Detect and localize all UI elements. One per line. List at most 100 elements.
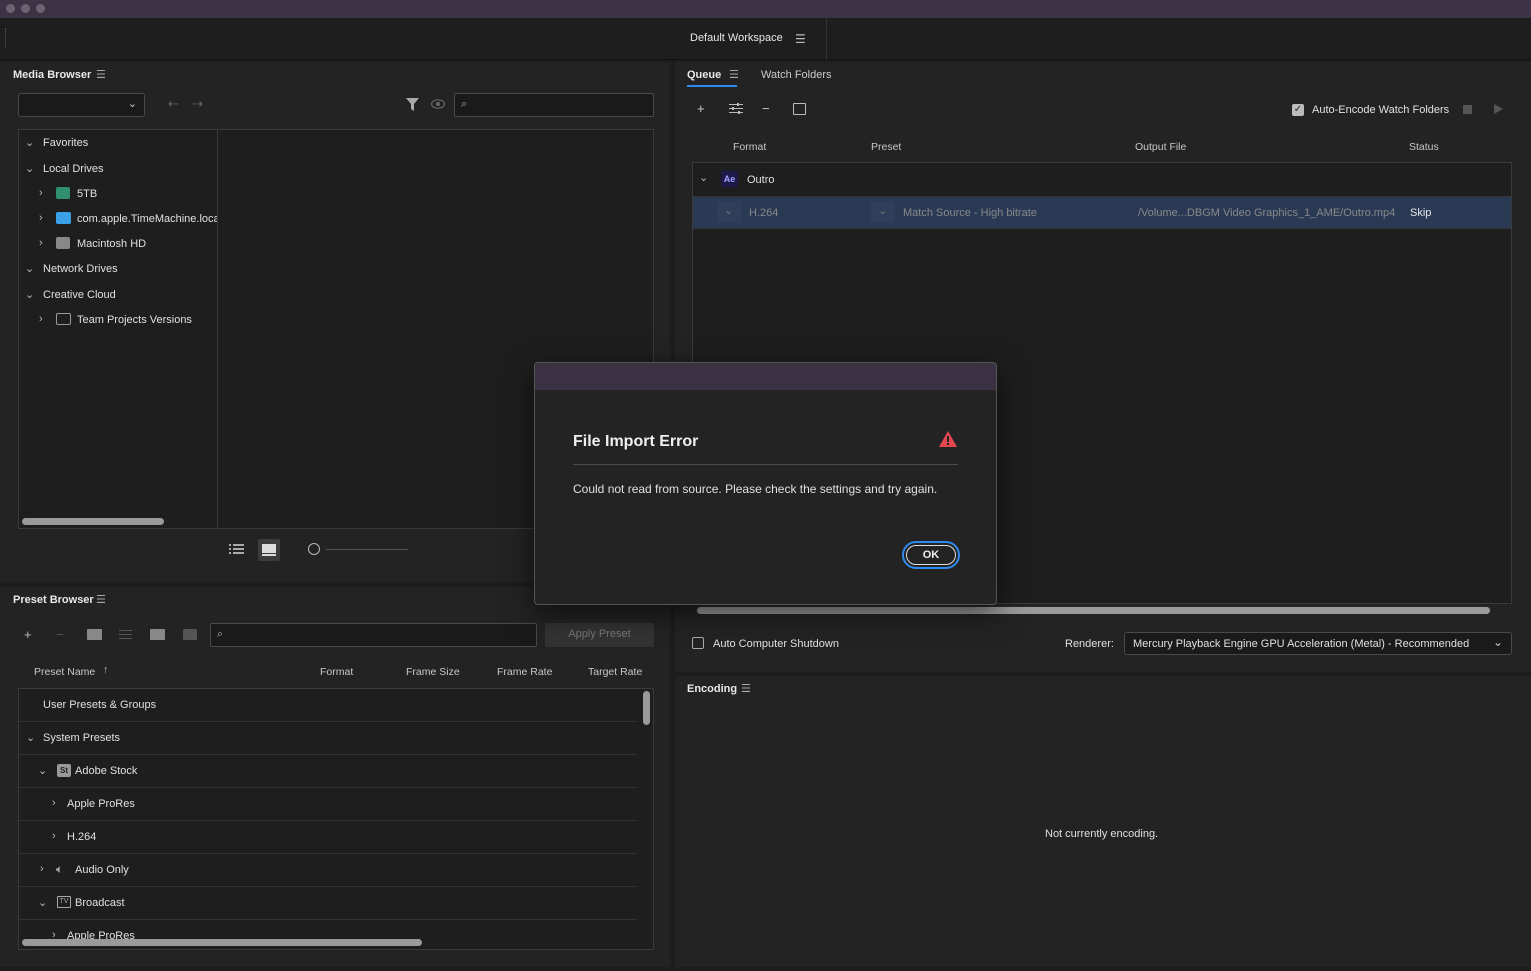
auto-encode-checkbox[interactable]: ✓: [1292, 104, 1304, 116]
back-arrow-icon[interactable]: ⇠: [168, 96, 179, 112]
stop-icon[interactable]: [1463, 105, 1472, 114]
preset-dropdown[interactable]: ⌄: [871, 201, 895, 223]
thumbnail-view-button[interactable]: [258, 539, 280, 561]
preset-settings-icon[interactable]: [119, 629, 132, 643]
preset-row-h264[interactable]: H.264: [67, 831, 96, 843]
tree-item-local-drives[interactable]: Local Drives: [43, 163, 104, 175]
chevron-right-icon[interactable]: ›: [39, 212, 43, 224]
col-status[interactable]: Status: [1409, 141, 1439, 153]
filter-icon[interactable]: [406, 98, 419, 115]
chevron-down-icon[interactable]: ⌄: [25, 262, 34, 275]
col-target-rate[interactable]: Target Rate: [588, 666, 642, 678]
preset-browser-title[interactable]: Preset Browser: [13, 594, 94, 606]
warning-icon: [938, 430, 958, 451]
queue-group-outro[interactable]: [693, 163, 1511, 196]
preset-search-input[interactable]: ⌕: [210, 623, 537, 647]
minimize-window-button[interactable]: [21, 4, 30, 13]
media-search-input[interactable]: ⌕: [454, 93, 654, 117]
grip-handle[interactable]: [5, 28, 7, 48]
chevron-right-icon[interactable]: ›: [52, 797, 56, 809]
queue-item-format[interactable]: H.264: [749, 207, 778, 219]
col-frame-size[interactable]: Frame Size: [406, 666, 460, 678]
remove-preset-icon[interactable]: −: [56, 627, 64, 642]
zoom-window-button[interactable]: [36, 4, 45, 13]
close-window-button[interactable]: [6, 4, 15, 13]
renderer-dropdown[interactable]: Mercury Playback Engine GPU Acceleration…: [1124, 632, 1512, 655]
preset-vertical-scrollbar[interactable]: [643, 691, 650, 725]
tree-item-favorites[interactable]: Favorites: [43, 137, 88, 149]
chevron-down-icon[interactable]: ⌄: [38, 896, 47, 909]
chevron-down-icon[interactable]: ⌄: [25, 162, 34, 175]
preset-row-audio-only[interactable]: Audio Only: [75, 864, 129, 876]
zoom-slider-handle[interactable]: [308, 543, 320, 555]
tab-queue[interactable]: Queue: [687, 69, 721, 81]
workspace-menu-icon[interactable]: ☰: [795, 32, 806, 46]
chevron-down-icon[interactable]: ⌄: [26, 731, 35, 744]
col-output-file[interactable]: Output File: [1135, 141, 1186, 153]
encoding-status: Not currently encoding.: [1045, 828, 1159, 840]
preset-browser-menu-icon[interactable]: ☰: [96, 593, 106, 606]
col-format[interactable]: Format: [733, 141, 766, 153]
chevron-down-icon[interactable]: ⌄: [699, 171, 708, 184]
media-browser-title[interactable]: Media Browser: [13, 69, 91, 81]
format-dropdown[interactable]: ⌄: [717, 201, 741, 223]
queue-group-name: Outro: [747, 174, 775, 186]
chevron-down-icon[interactable]: ⌄: [38, 764, 47, 777]
location-dropdown[interactable]: ⌄: [18, 93, 145, 117]
remove-icon[interactable]: −: [762, 101, 770, 116]
tree-item-creative-cloud[interactable]: Creative Cloud: [43, 289, 116, 301]
tree-item-team-projects[interactable]: Team Projects Versions: [77, 314, 192, 326]
preset-horizontal-scrollbar[interactable]: [22, 939, 422, 946]
add-preset-icon[interactable]: +: [24, 627, 32, 642]
preset-row-user-presets[interactable]: User Presets & Groups: [43, 699, 156, 711]
col-preset-name[interactable]: Preset Name: [34, 666, 95, 678]
chevron-right-icon[interactable]: ›: [39, 187, 43, 199]
export-preset-icon[interactable]: [183, 629, 197, 640]
tab-watch-folders[interactable]: Watch Folders: [761, 69, 832, 81]
queue-menu-icon[interactable]: ☰: [729, 68, 739, 81]
settings-sliders-icon[interactable]: [729, 103, 743, 118]
encoding-menu-icon[interactable]: ☰: [741, 682, 751, 695]
hard-drive-icon: [56, 237, 70, 249]
ok-button[interactable]: OK: [906, 545, 956, 565]
preset-row-apple-prores[interactable]: Apple ProRes: [67, 798, 135, 810]
play-icon[interactable]: [1494, 104, 1503, 114]
preset-row-adobe-stock[interactable]: Adobe Stock: [75, 765, 137, 777]
apply-preset-button[interactable]: Apply Preset: [545, 623, 654, 647]
col-preset[interactable]: Preset: [871, 141, 901, 153]
queue-item-output[interactable]: /Volume...DBGM Video Graphics_1_AME/Outr…: [1138, 207, 1396, 219]
auto-shutdown-checkbox[interactable]: [692, 637, 704, 649]
chevron-right-icon[interactable]: ›: [39, 237, 43, 249]
list-view-icon[interactable]: [229, 543, 244, 558]
col-format[interactable]: Format: [320, 666, 353, 678]
tree-horizontal-scrollbar[interactable]: [22, 518, 164, 525]
zoom-slider-track[interactable]: [326, 549, 408, 550]
renderer-value: Mercury Playback Engine GPU Acceleration…: [1133, 638, 1470, 650]
import-preset-icon[interactable]: [150, 629, 165, 640]
duplicate-icon[interactable]: [793, 103, 806, 115]
queue-horizontal-scrollbar[interactable]: [697, 607, 1490, 614]
media-browser-menu-icon[interactable]: ☰: [96, 68, 106, 81]
preset-row-system-presets[interactable]: System Presets: [43, 732, 120, 744]
forward-arrow-icon[interactable]: ⇢: [192, 96, 203, 112]
tree-item-network-drives[interactable]: Network Drives: [43, 263, 118, 275]
tree-item-macintosh-hd[interactable]: Macintosh HD: [77, 238, 146, 250]
sort-ascending-icon[interactable]: ↑: [103, 664, 108, 676]
chevron-down-icon[interactable]: ⌄: [25, 288, 34, 301]
chevron-right-icon[interactable]: ›: [52, 830, 56, 842]
encoding-title[interactable]: Encoding: [687, 683, 737, 695]
ok-button-focus-ring[interactable]: OK: [902, 541, 960, 569]
add-source-icon[interactable]: +: [697, 101, 705, 116]
workspace-title[interactable]: Default Workspace: [690, 32, 783, 44]
preset-row-broadcast[interactable]: Broadcast: [75, 897, 125, 909]
eye-icon[interactable]: [430, 99, 446, 112]
chevron-down-icon[interactable]: ⌄: [25, 136, 34, 149]
chevron-right-icon[interactable]: ›: [39, 313, 43, 325]
tree-item-timemachine[interactable]: com.apple.TimeMachine.loca: [77, 213, 217, 225]
tree-item-5tb[interactable]: 5TB: [77, 188, 97, 200]
new-group-icon[interactable]: [87, 629, 102, 640]
dialog-divider: [573, 464, 958, 465]
queue-item-preset[interactable]: Match Source - High bitrate: [903, 207, 1037, 219]
chevron-right-icon[interactable]: ›: [40, 863, 44, 875]
col-frame-rate[interactable]: Frame Rate: [497, 666, 552, 678]
